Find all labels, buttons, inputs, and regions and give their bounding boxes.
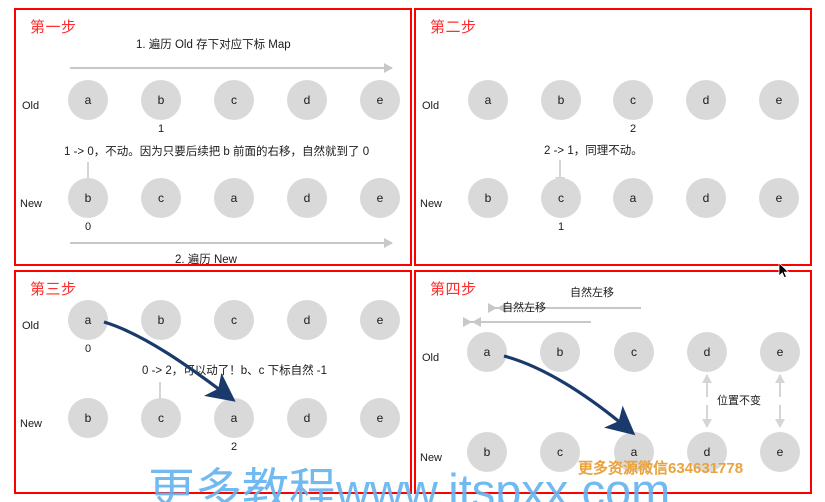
- panel-3-new-label: New: [20, 418, 43, 430]
- arrow-head: [775, 419, 785, 428]
- panel-1-new-index: 0: [85, 221, 92, 233]
- node-new-1: c: [141, 398, 181, 438]
- arrow-head: [384, 238, 393, 248]
- traverse-old-arrow: [70, 63, 393, 73]
- node-old-3: d: [686, 80, 726, 120]
- node-old-2: c: [214, 80, 254, 120]
- node-old-3: d: [287, 80, 327, 120]
- panel-step-1: 第一步 1. 遍历 Old 存下对应下标 Map Old a b c d e 1…: [14, 8, 412, 266]
- node-old-3: d: [687, 332, 727, 372]
- node-old-4: e: [760, 332, 800, 372]
- node-old-0: a: [467, 332, 507, 372]
- panel-2-title: 第二步: [430, 19, 477, 36]
- node-new-4: e: [360, 178, 400, 218]
- arrow-head: [702, 374, 712, 383]
- arrow-shaft: [464, 321, 591, 323]
- panel-4-shift-label-outer: 自然左移: [502, 302, 546, 314]
- arrow-head: [463, 317, 481, 327]
- node-new-0: b: [468, 178, 508, 218]
- arrow-head: [384, 63, 393, 73]
- panel-step-2: 第二步 Old a b c d e 2 2 -> 1，同理不动。 New b c…: [414, 8, 812, 266]
- panel-1-top-caption: 1. 遍历 Old 存下对应下标 Map: [136, 39, 291, 51]
- node-old-0: a: [468, 80, 508, 120]
- shift-left-arrow-outer: [463, 317, 591, 327]
- node-new-4: e: [759, 178, 799, 218]
- panel-4-shift-label-inner: 自然左移: [570, 287, 614, 299]
- node-old-2: c: [214, 300, 254, 340]
- panel-2-new-label: New: [420, 198, 443, 210]
- panel-1-new-label: New: [20, 198, 43, 210]
- node-old-1: b: [141, 80, 181, 120]
- node-new-3: d: [287, 178, 327, 218]
- node-old-0: a: [68, 80, 108, 120]
- panel-1-old-index: 1: [158, 123, 165, 135]
- panel-4-old-label: Old: [422, 352, 440, 364]
- node-old-3: d: [287, 300, 327, 340]
- node-old-4: e: [360, 300, 400, 340]
- mouse-cursor-icon: [778, 262, 790, 279]
- panel-2-old-index: 2: [630, 123, 637, 135]
- node-old-1: b: [541, 80, 581, 120]
- node-old-1: b: [141, 300, 181, 340]
- node-old-0: a: [68, 300, 108, 340]
- node-new-2: a: [613, 178, 653, 218]
- panel-3-old-index: 0: [85, 343, 92, 355]
- panel-2-new-index: 1: [558, 221, 565, 233]
- watermark-wechat: 更多资源微信634631778: [578, 460, 744, 477]
- panel-2-middle-caption: 2 -> 1，同理不动。: [544, 145, 643, 157]
- node-new-1: c: [541, 178, 581, 218]
- diagram-canvas: 第一步 1. 遍历 Old 存下对应下标 Map Old a b c d e 1…: [0, 0, 825, 502]
- arrow-shaft: [70, 242, 392, 244]
- arrow-shaft: [70, 67, 392, 69]
- panel-4-title: 第四步: [430, 281, 477, 298]
- node-new-0: b: [68, 398, 108, 438]
- node-new-3: d: [287, 398, 327, 438]
- stay-arrow-down-d: [702, 405, 712, 428]
- arrow-head: [775, 374, 785, 383]
- node-new-4: e: [360, 398, 400, 438]
- panel-4-stay-label: 位置不变: [717, 395, 761, 407]
- node-new-0: b: [68, 178, 108, 218]
- panel-1-bottom-caption: 2. 遍历 New: [175, 254, 237, 266]
- node-old-4: e: [360, 80, 400, 120]
- arrow-head: [702, 419, 712, 428]
- node-new-4: e: [760, 432, 800, 472]
- panel-1-middle-caption: 1 -> 0，不动。因为只要后续把 b 前面的右移，自然就到了 0: [64, 146, 370, 158]
- panel-3-old-label: Old: [22, 320, 40, 332]
- panel-2-old-label: Old: [422, 100, 440, 112]
- node-old-4: e: [759, 80, 799, 120]
- node-new-3: d: [686, 178, 726, 218]
- node-new-1: c: [141, 178, 181, 218]
- panel-1-title: 第一步: [30, 19, 77, 36]
- stay-arrow-down-e: [775, 405, 785, 428]
- node-old-2: c: [613, 80, 653, 120]
- panel-3-title: 第三步: [30, 281, 77, 298]
- stay-arrow-up-d: [702, 374, 712, 397]
- panel-1-old-label: Old: [22, 100, 40, 112]
- node-old-1: b: [540, 332, 580, 372]
- node-old-2: c: [614, 332, 654, 372]
- stay-arrow-up-e: [775, 374, 785, 397]
- traverse-new-arrow: [70, 238, 393, 248]
- panel-3-middle-caption: 0 -> 2，可以动了！b、c 下标自然 -1: [142, 365, 327, 377]
- node-new-2: a: [214, 398, 254, 438]
- node-new-2: a: [214, 178, 254, 218]
